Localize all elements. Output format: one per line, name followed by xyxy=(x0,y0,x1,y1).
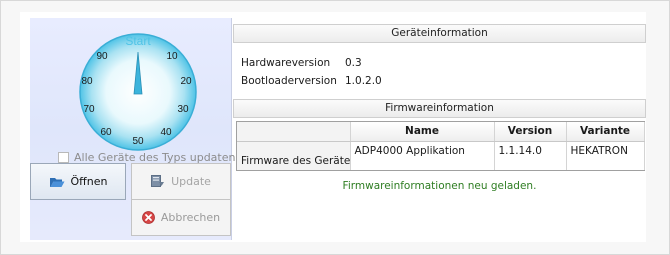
bootloader-version-value: 1.0.2.0 xyxy=(345,75,382,87)
hardware-version-row: Hardwareversion 0.3 xyxy=(241,57,362,69)
cell-name: ADP4000 Applikation xyxy=(350,141,495,170)
bootloader-version-row: Bootloaderversion 1.0.2.0 xyxy=(241,75,382,87)
gauge-mark-50: 50 xyxy=(132,136,144,147)
device-info-header: Geräteinformation xyxy=(233,24,646,43)
gauge-mark-10: 10 xyxy=(166,51,178,62)
column-header-name[interactable]: Name xyxy=(350,122,495,142)
row-header-device-firmware: Firmware des Gerätes xyxy=(237,141,351,170)
open-button-label: Öffnen xyxy=(70,175,108,188)
gauge-mark-40: 40 xyxy=(160,127,172,138)
update-icon xyxy=(151,175,165,188)
column-header-variant[interactable]: Variante xyxy=(566,122,645,142)
gauge-mark-70: 70 xyxy=(83,104,95,115)
update-all-checkbox-row[interactable]: Alle Geräte des Typs updaten xyxy=(58,150,235,164)
column-header-version[interactable]: Version xyxy=(494,122,567,142)
update-button-label: Update xyxy=(171,175,211,188)
gauge-mark-80: 80 xyxy=(81,76,93,87)
update-button[interactable]: Update xyxy=(131,163,231,200)
gauge-mark-60: 60 xyxy=(100,127,112,138)
cancel-button-label: Abbrechen xyxy=(160,211,221,224)
update-all-checkbox[interactable] xyxy=(58,151,69,163)
firmware-info-header: Firmwareinformation xyxy=(233,99,646,118)
bootloader-version-label: Bootloaderversion xyxy=(241,75,337,87)
gauge-mark-20: 20 xyxy=(180,76,192,87)
cell-variant: HEKATRON xyxy=(566,141,645,170)
firmware-table-header-row: Name Version Variante xyxy=(237,122,645,142)
hardware-version-label: Hardwareversion xyxy=(241,57,331,69)
firmware-table: Name Version Variante Firmware des Gerät… xyxy=(236,121,645,171)
gauge-start-label: Start xyxy=(125,34,151,48)
cancel-icon xyxy=(141,211,155,224)
gauge-mark-90: 90 xyxy=(96,51,108,62)
progress-gauge: Start 10 20 30 40 50 60 70 80 90 xyxy=(79,33,197,151)
open-button[interactable]: Öffnen xyxy=(30,163,126,200)
cell-version: 1.1.14.0 xyxy=(494,141,567,170)
hardware-version-value: 0.3 xyxy=(345,57,362,69)
table-corner-cell xyxy=(237,122,351,142)
gauge-mark-30: 30 xyxy=(177,104,189,115)
status-message: Firmwareinformationen neu geladen. xyxy=(342,180,537,192)
update-all-label: Alle Geräte des Typs updaten xyxy=(74,150,236,164)
table-row[interactable]: Firmware des Gerätes ADP4000 Applikation… xyxy=(237,141,645,170)
cancel-button[interactable]: Abbrechen xyxy=(131,199,231,236)
folder-open-icon xyxy=(49,176,65,188)
